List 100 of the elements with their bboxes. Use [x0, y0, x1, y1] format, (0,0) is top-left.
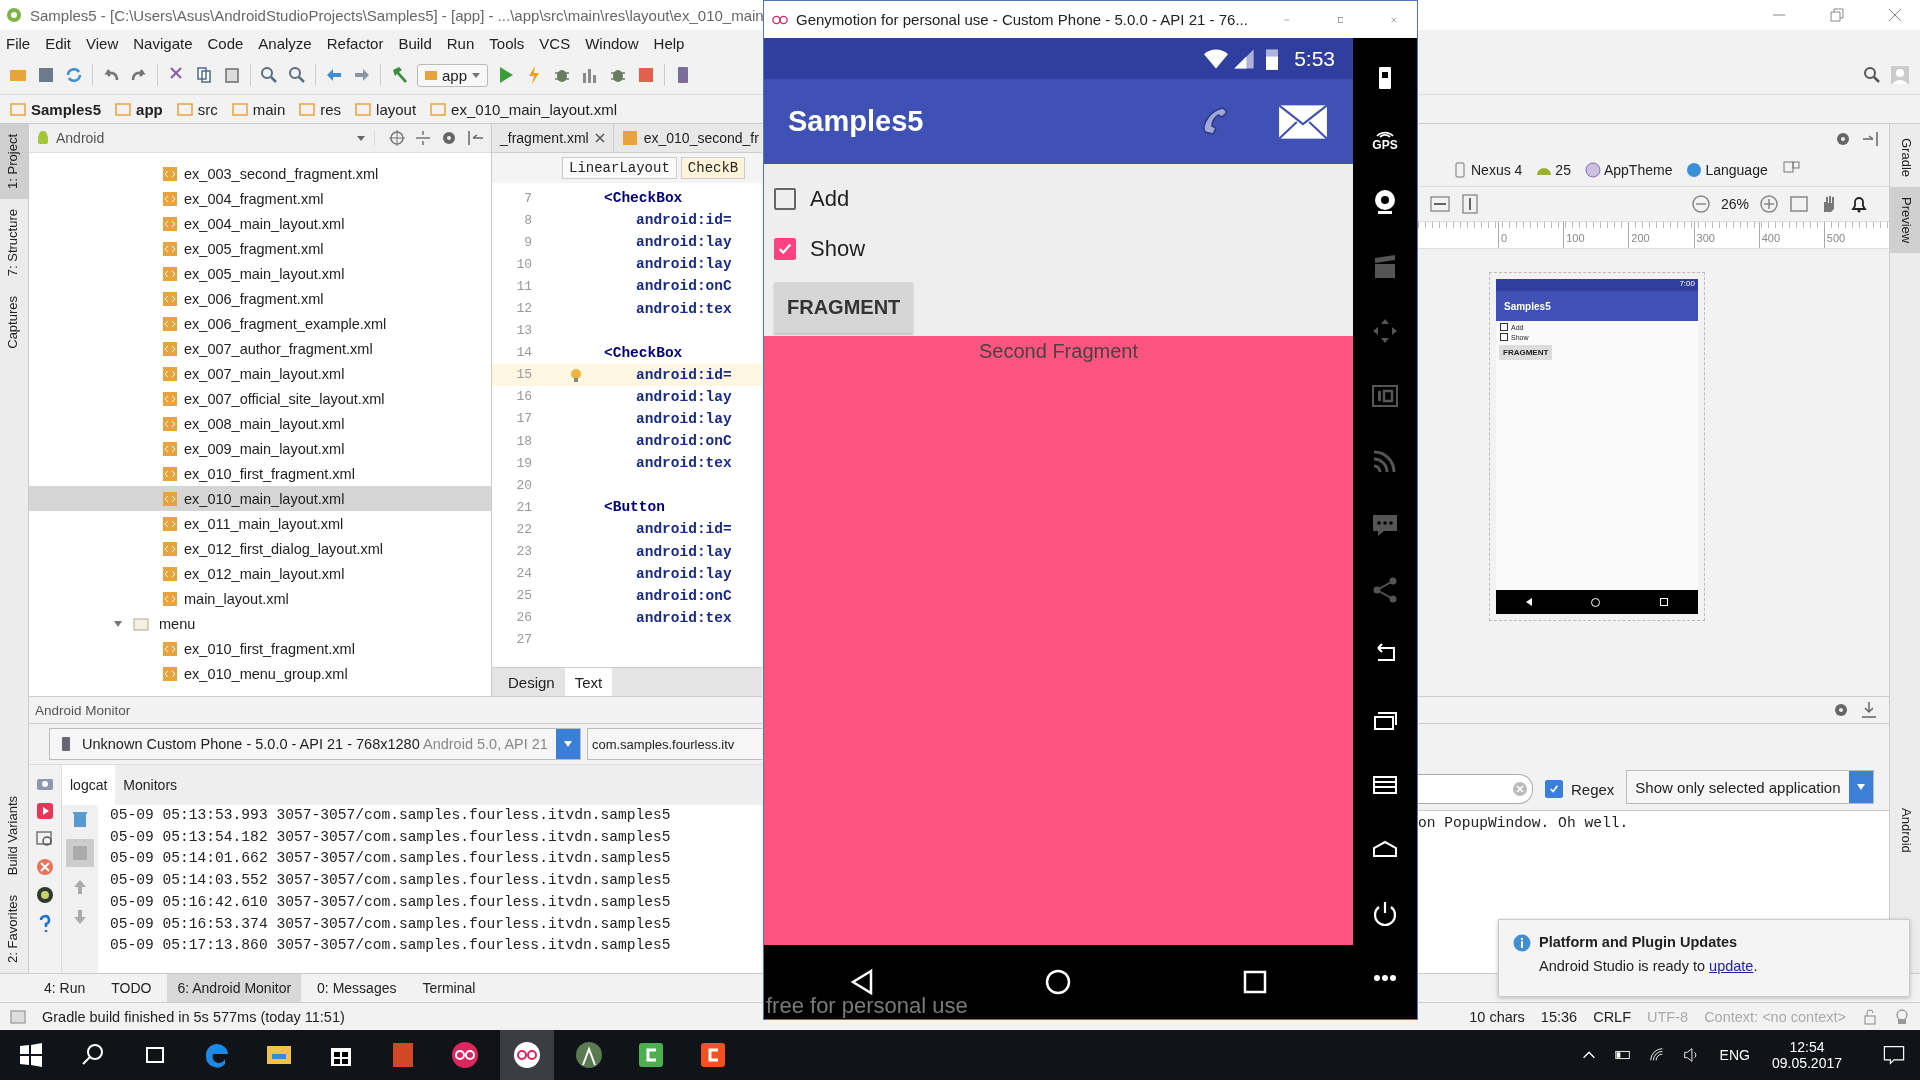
- record-icon[interactable]: [35, 801, 55, 821]
- menu-item[interactable]: Analyze: [258, 34, 312, 52]
- theme-button[interactable]: AppTheme: [1584, 162, 1673, 178]
- paste-icon[interactable]: [222, 65, 242, 85]
- checkbox[interactable]: [1545, 780, 1563, 798]
- menu-item[interactable]: Help: [653, 34, 685, 52]
- menu-item[interactable]: VCS: [539, 34, 571, 52]
- replace-icon[interactable]: [287, 65, 307, 85]
- download-icon[interactable]: [1859, 700, 1879, 720]
- zoom-out-icon[interactable]: [1690, 194, 1711, 214]
- tree-file[interactable]: ex_012_first_dialog_layout.xml: [29, 536, 491, 561]
- language-indicator[interactable]: ENG: [1719, 1047, 1750, 1063]
- collapse-icon[interactable]: [413, 128, 433, 148]
- lightbulb-icon[interactable]: [568, 366, 584, 383]
- checkbox[interactable]: [1500, 323, 1508, 331]
- tool-window-tab[interactable]: 2: Favorites: [0, 885, 28, 973]
- inspector-icon[interactable]: [1894, 1008, 1910, 1025]
- gps-button[interactable]: GPS: [1372, 128, 1398, 153]
- tree-file[interactable]: ex_005_fragment.xml: [29, 236, 491, 261]
- tool-window-tab[interactable]: Preview: [1890, 187, 1920, 254]
- checkbox[interactable]: [774, 188, 796, 210]
- tool-window-tab[interactable]: Android: [1890, 798, 1920, 863]
- tree-file[interactable]: ex_010_menu_group.xml: [29, 661, 491, 686]
- tree-file[interactable]: main_layout.xml: [29, 586, 491, 611]
- menu-item[interactable]: Window: [585, 34, 639, 52]
- notification-icon[interactable]: [1882, 1043, 1906, 1067]
- editor-mode-tab[interactable]: Text: [564, 668, 613, 696]
- editor-mode-tab[interactable]: Design: [498, 668, 565, 696]
- tree-file[interactable]: ex_012_main_layout.xml: [29, 561, 491, 586]
- breadcrumb-item[interactable]: main: [231, 100, 286, 118]
- language-dropdown[interactable]: Language: [1686, 162, 1768, 178]
- save-icon[interactable]: [36, 65, 56, 85]
- log-search-field[interactable]: [1418, 774, 1533, 804]
- component-path-item[interactable]: LinearLayout: [562, 157, 677, 179]
- tool-window-tab[interactable]: Captures: [0, 286, 28, 359]
- tool-window-tab[interactable]: 4: Run: [34, 974, 96, 1002]
- menu-item[interactable]: Navigate: [133, 34, 193, 52]
- breadcrumb-item[interactable]: ex_010_main_layout.xml: [430, 100, 618, 118]
- menu-item[interactable]: Build: [398, 34, 432, 52]
- tree-file[interactable]: ex_004_main_layout.xml: [29, 211, 491, 236]
- tool-window-tab[interactable]: 1: Project: [0, 124, 28, 199]
- monitor-tab[interactable]: Monitors: [115, 765, 186, 805]
- close-icon[interactable]: [594, 133, 605, 143]
- resize-horizontal-icon[interactable]: [1430, 194, 1450, 214]
- tool-window-tab[interactable]: Build Variants: [0, 785, 28, 886]
- tree-file[interactable]: ex_008_main_layout.xml: [29, 411, 491, 436]
- panel-toggle-icon[interactable]: [10, 1008, 26, 1025]
- tree-file[interactable]: ex_006_fragment.xml: [29, 286, 491, 311]
- tree-file[interactable]: ex_005_main_layout.xml: [29, 261, 491, 286]
- tree-file[interactable]: ex_007_main_layout.xml: [29, 361, 491, 386]
- process-dropdown[interactable]: com.samples.fourless.itv: [586, 728, 762, 760]
- menu-item[interactable]: Edit: [45, 34, 72, 52]
- filter-dropdown[interactable]: Show only selected application: [1626, 770, 1874, 804]
- tree-file[interactable]: ex_004_fragment.xml: [29, 186, 491, 211]
- caret-position[interactable]: 15:36: [1540, 1008, 1578, 1025]
- editor-tab[interactable]: _fragment.xml: [492, 124, 614, 152]
- close-icon[interactable]: [1888, 8, 1902, 22]
- tool-window-tab[interactable]: Gradle: [1890, 128, 1920, 188]
- tree-file[interactable]: ex_010_first_fragment.xml: [29, 461, 491, 486]
- sync-icon[interactable]: [64, 65, 84, 85]
- breadcrumb-item[interactable]: Samples5: [10, 100, 102, 118]
- menu-item[interactable]: Code: [207, 34, 244, 52]
- tool-window-tab[interactable]: TODO: [101, 974, 162, 1002]
- menu-item[interactable]: View: [86, 34, 119, 52]
- checkbox[interactable]: [774, 238, 796, 260]
- tree-file[interactable]: ex_003_second_fragment.xml: [29, 161, 491, 186]
- tool-window-tab[interactable]: Terminal: [412, 974, 486, 1002]
- hide-panel-icon[interactable]: [465, 128, 485, 148]
- monitor-tab[interactable]: logcat: [62, 765, 116, 805]
- terminate-icon[interactable]: [35, 857, 55, 877]
- tool-window-tab[interactable]: 6: Android Monitor: [167, 974, 302, 1002]
- checkbox[interactable]: [1500, 333, 1508, 341]
- lock-icon[interactable]: [1862, 1008, 1878, 1025]
- component-path-item[interactable]: CheckB: [680, 157, 746, 179]
- device-dropdown[interactable]: Nexus 4: [1452, 162, 1523, 178]
- run-config-dropdown[interactable]: app: [417, 63, 489, 87]
- tree-file[interactable]: ex_010_main_layout.xml: [29, 486, 491, 511]
- breadcrumb-item[interactable]: layout: [355, 100, 417, 118]
- api-level-dropdown[interactable]: 25: [1536, 162, 1571, 178]
- restore-icon[interactable]: [1830, 8, 1844, 22]
- breadcrumb-item[interactable]: res: [299, 100, 342, 118]
- copy-icon[interactable]: [194, 65, 214, 85]
- expand-arrow-icon[interactable]: [113, 618, 123, 629]
- tree-file[interactable]: ex_006_fragment_example.xml: [29, 311, 491, 336]
- bell-icon[interactable]: [1849, 194, 1869, 214]
- tree-file[interactable]: ex_007_official_site_layout.xml: [29, 386, 491, 411]
- menu-item[interactable]: Refactor: [326, 34, 384, 52]
- emulator-app-icon[interactable]: [500, 1030, 554, 1080]
- breadcrumb-item[interactable]: src: [176, 100, 218, 118]
- tree-file[interactable]: ex_009_main_layout.xml: [29, 436, 491, 461]
- tree-folder[interactable]: menu: [29, 611, 491, 636]
- device-dropdown[interactable]: Unknown Custom Phone - 5.0.0 - API 21 - 768x1280 Android 5.0, API 21: [49, 728, 581, 760]
- resize-vertical-icon[interactable]: [1460, 194, 1480, 214]
- zoom-in-icon[interactable]: [1759, 194, 1779, 214]
- gc-icon[interactable]: [35, 885, 55, 905]
- tool-window-tab[interactable]: 0: Messages: [307, 974, 407, 1002]
- fragment-button[interactable]: FRAGMENT: [774, 282, 914, 333]
- tree-file[interactable]: ex_011_main_layout.xml: [29, 511, 491, 536]
- search-icon[interactable]: [1862, 65, 1882, 85]
- tree-file[interactable]: ex_010_first_fragment.xml: [29, 636, 491, 661]
